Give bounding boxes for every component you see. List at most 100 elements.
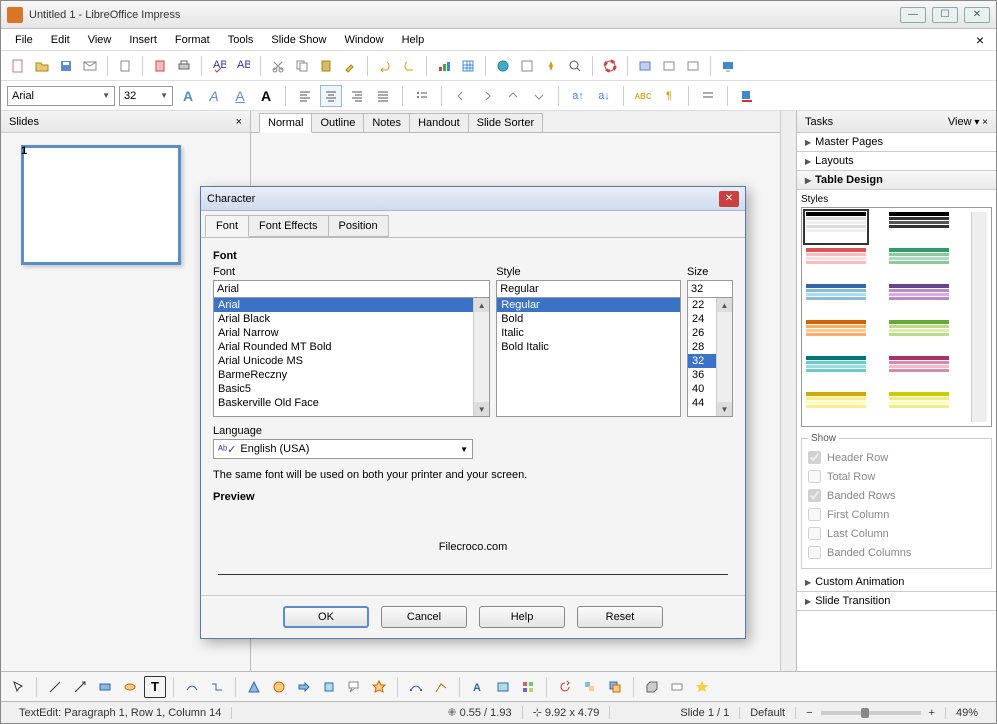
check-banded-rows[interactable]: Banded Rows [808,486,985,505]
font-size-combo[interactable]: 32▼ [119,86,173,106]
list-item[interactable]: Bold [497,312,680,326]
table-style-item[interactable] [889,392,949,422]
bullets-button[interactable] [411,85,433,107]
align-right-button[interactable] [346,85,368,107]
list-scrollbar[interactable]: ▲▼ [716,298,732,416]
decrease-font-button[interactable]: a↓ [593,85,615,107]
table-style-item[interactable] [806,356,866,386]
shadow-button[interactable]: A [255,85,277,107]
move-down-button[interactable] [528,85,550,107]
task-master-pages[interactable]: ▶Master Pages [797,133,996,152]
list-item[interactable]: Basic5 [214,382,473,396]
help-button[interactable] [599,55,621,77]
export-pdf-button[interactable] [149,55,171,77]
task-slide-transition[interactable]: ▶Slide Transition [797,592,996,611]
cancel-button[interactable]: Cancel [381,606,467,628]
menu-slideshow[interactable]: Slide Show [263,32,334,48]
size-listbox[interactable]: 22 24 26 28 32 36 40 44 ▲▼ [687,297,733,417]
dialog-tab-position[interactable]: Position [328,215,389,237]
dialog-tab-font-effects[interactable]: Font Effects [248,215,329,237]
list-item[interactable]: Arial Unicode MS [214,354,473,368]
format-paintbrush-button[interactable] [339,55,361,77]
list-item[interactable]: Arial Rounded MT Bold [214,340,473,354]
tab-notes[interactable]: Notes [363,113,410,132]
numbering-button[interactable] [697,85,719,107]
list-item[interactable]: 22 [688,298,716,312]
dialog-tab-font[interactable]: Font [205,215,249,237]
bold-button[interactable]: A [177,85,199,107]
table-style-item[interactable] [889,320,949,350]
size-input[interactable] [687,280,733,298]
table-style-item[interactable] [889,248,949,278]
spellcheck-button[interactable]: ABC [208,55,230,77]
font-input[interactable] [213,280,490,298]
close-button[interactable]: ✕ [964,7,990,23]
paragraph-button[interactable]: ¶ [658,85,680,107]
table-button[interactable] [457,55,479,77]
table-style-item[interactable] [806,392,866,422]
open-button[interactable] [31,55,53,77]
task-table-design[interactable]: ▶Table Design [797,171,996,190]
menu-file[interactable]: File [7,32,41,48]
tab-slide-sorter[interactable]: Slide Sorter [468,113,543,132]
from-file-tool[interactable] [492,676,514,698]
italic-button[interactable]: A [203,85,225,107]
slide-design-button[interactable] [658,55,680,77]
tasks-view-menu[interactable]: View ▾ × [948,116,988,128]
list-item[interactable]: 26 [688,326,716,340]
list-item[interactable]: 36 [688,368,716,382]
redo-button[interactable] [398,55,420,77]
align-justify-button[interactable] [372,85,394,107]
interaction-tool[interactable] [666,676,688,698]
connector-tool[interactable] [206,676,228,698]
font-name-combo[interactable]: Arial▼ [7,86,115,106]
text-tool[interactable]: T [144,676,166,698]
list-item[interactable]: Regular [497,298,680,312]
basic-shapes-tool[interactable] [243,676,265,698]
menu-tools[interactable]: Tools [220,32,262,48]
print-button[interactable] [173,55,195,77]
rotate-tool[interactable] [554,676,576,698]
glue-points-tool[interactable] [430,676,452,698]
list-item[interactable]: 40 [688,382,716,396]
dialog-close-button[interactable]: ✕ [719,191,739,207]
cut-button[interactable] [267,55,289,77]
style-listbox[interactable]: Regular Bold Italic Bold Italic [496,297,681,417]
check-header-row[interactable]: Header Row [808,448,985,467]
arrow-tool[interactable] [69,676,91,698]
arrange-tool[interactable] [604,676,626,698]
list-item[interactable]: Baskerville Old Face [214,396,473,410]
slide-layout-button[interactable] [682,55,704,77]
promote-button[interactable] [450,85,472,107]
undo-button[interactable] [374,55,396,77]
table-style-item[interactable] [889,356,949,386]
zoom-button[interactable] [564,55,586,77]
task-layouts[interactable]: ▶Layouts [797,152,996,171]
styles-scrollbar[interactable] [971,212,987,422]
maximize-button[interactable]: ☐ [932,7,958,23]
underline-button[interactable]: A [229,85,251,107]
callouts-tool[interactable] [343,676,365,698]
menu-insert[interactable]: Insert [121,32,165,48]
menu-window[interactable]: Window [336,32,391,48]
new-button[interactable] [7,55,29,77]
block-arrows-tool[interactable] [293,676,315,698]
points-tool[interactable] [405,676,427,698]
font-color-button[interactable] [736,85,758,107]
autospell-button[interactable]: ABC [232,55,254,77]
check-banded-columns[interactable]: Banded Columns [808,543,985,562]
table-style-item[interactable] [889,284,949,314]
start-slideshow-button[interactable] [717,55,739,77]
list-item[interactable]: BarmeReczny [214,368,473,382]
move-up-button[interactable] [502,85,524,107]
table-style-item[interactable] [889,212,949,242]
chart-button[interactable] [433,55,455,77]
font-listbox[interactable]: Arial Arial Black Arial Narrow Arial Rou… [213,297,490,417]
ellipse-tool[interactable] [119,676,141,698]
task-custom-animation[interactable]: ▶Custom Animation [797,573,996,592]
menu-help[interactable]: Help [394,32,433,48]
align-left-button[interactable] [294,85,316,107]
save-button[interactable] [55,55,77,77]
minimize-button[interactable]: — [900,7,926,23]
list-item[interactable]: 24 [688,312,716,326]
